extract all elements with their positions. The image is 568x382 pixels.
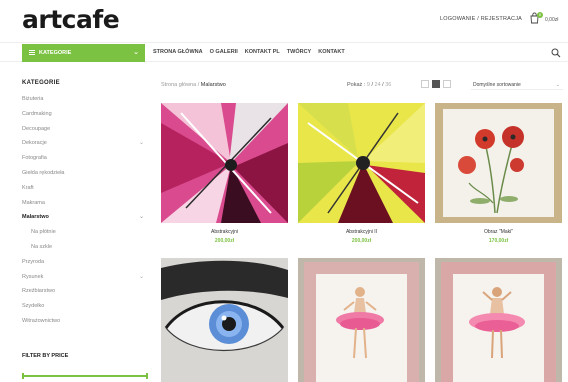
slider-handle-max[interactable]: [146, 373, 148, 379]
slider-handle-min[interactable]: [22, 373, 24, 379]
category-label: Na szkle: [31, 243, 53, 250]
product-name[interactable]: Abstrakcyjni: [161, 229, 288, 235]
categories-menu-button[interactable]: Kategorie ⌄: [22, 44, 145, 62]
cart-widget[interactable]: 0 0,00zł: [529, 12, 561, 26]
breadcrumb-home[interactable]: Strona główna: [161, 82, 196, 88]
chevron-down-icon[interactable]: ⌄: [139, 210, 144, 225]
product-image[interactable]: [161, 258, 288, 382]
product-price: 200,00zł: [214, 238, 235, 244]
category-label: Szydełko: [22, 303, 45, 310]
product-image[interactable]: [161, 103, 288, 223]
sidebar-category[interactable]: Witrażownictwo: [22, 314, 148, 329]
per-page-option[interactable]: 36: [385, 82, 391, 88]
sidebar-category[interactable]: Giełda rękodzieła: [22, 166, 148, 181]
sidebar-subcategory[interactable]: Na szkle: [22, 240, 148, 255]
categories-button-label: Kategorie: [39, 50, 72, 56]
nav-links: Strona główna O galerii Kontakt pl Twórc…: [153, 49, 345, 55]
site-header: artcafe Logowanie / Rejestracja 0 0,00zł: [0, 0, 568, 42]
category-label: Kraft: [22, 184, 34, 191]
chevron-down-icon: ⌄: [133, 49, 139, 56]
grid-4-icon[interactable]: [443, 80, 451, 88]
category-label: Na płótnie: [31, 229, 56, 236]
sidebar-category[interactable]: Decoupage: [22, 122, 148, 137]
nav-link-about[interactable]: O galerii: [210, 49, 238, 55]
category-label: Fotografia: [22, 155, 47, 162]
chevron-down-icon[interactable]: ⌄: [139, 270, 144, 285]
sidebar-category[interactable]: Kraft: [22, 181, 148, 196]
breadcrumb: Strona główna / Malarstwo: [161, 82, 226, 88]
category-label: Malarstwo: [22, 214, 49, 221]
sidebar-category[interactable]: Cardmaking: [22, 107, 148, 122]
category-label: Biżuteria: [22, 96, 44, 102]
product-image[interactable]: [435, 103, 562, 223]
search-icon[interactable]: [551, 48, 561, 58]
sidebar-category[interactable]: Przyroda: [22, 255, 148, 270]
view-mode-switch: [421, 80, 451, 88]
per-page-selector: Pokaż : 9 / 24 / 36: [347, 82, 392, 88]
category-label: Rysunek: [22, 273, 44, 280]
sidebar-category[interactable]: Rysunek ⌄: [22, 270, 148, 285]
login-register-link[interactable]: Logowanie / Rejestracja: [440, 16, 522, 22]
nav-link-home[interactable]: Strona główna: [153, 49, 203, 55]
sidebar-subcategory[interactable]: Na płótnie: [22, 225, 148, 240]
product-price: 170,00zł: [488, 238, 509, 244]
grid-3-icon[interactable]: [432, 80, 440, 88]
cart-total: 0,00zł: [545, 17, 559, 23]
product-image[interactable]: [298, 103, 425, 223]
category-label: Giełda rękodzieła: [22, 169, 65, 176]
sort-select[interactable]: Domyślne sortowanie ⌄: [471, 80, 563, 90]
filter-by-price-title: Filter by price: [22, 353, 69, 359]
per-page-label: Pokaż :: [347, 82, 366, 88]
sidebar-category[interactable]: Biżuteria: [22, 92, 148, 107]
grid-2-icon[interactable]: [421, 80, 429, 88]
sort-select-value: Domyślne sortowanie: [473, 82, 521, 88]
category-label: Rzeźbiarstwo: [22, 288, 56, 295]
hamburger-icon: [29, 50, 35, 55]
category-label: Makrama: [22, 199, 45, 206]
product-name[interactable]: Obraz "Maki": [435, 229, 562, 235]
sidebar-category[interactable]: Malarstwo ⌄: [22, 210, 148, 225]
nav-link-contact-pl[interactable]: Kontakt pl: [245, 49, 280, 55]
category-label: Przyroda: [22, 258, 45, 265]
category-label: Decoupage: [22, 125, 51, 132]
per-page-option[interactable]: 9: [367, 82, 370, 88]
product-price: 200,00zł: [351, 238, 372, 244]
sidebar-category[interactable]: Rzeźbiarstwo: [22, 284, 148, 299]
chevron-down-icon[interactable]: ⌄: [139, 136, 144, 151]
nav-link-contact[interactable]: Kontakt: [318, 49, 344, 55]
category-label: Cardmaking: [22, 110, 52, 117]
price-range-slider[interactable]: [22, 373, 148, 379]
cart-count-badge: 0: [537, 12, 543, 18]
sidebar-title: Kategorie: [22, 80, 60, 86]
sidebar-category[interactable]: Fotografia: [22, 151, 148, 166]
sidebar-category[interactable]: Dekoracje ⌄: [22, 136, 148, 151]
sidebar-category[interactable]: Makrama: [22, 196, 148, 211]
sidebar-category[interactable]: Szydełko: [22, 299, 148, 314]
product-image[interactable]: [298, 258, 425, 382]
product-image[interactable]: [435, 258, 562, 382]
chevron-down-icon: ⌄: [555, 82, 560, 88]
product-name[interactable]: Abstrakcyjni II: [298, 229, 425, 235]
nav-link-artists[interactable]: Twórcy: [287, 49, 311, 55]
category-sidebar: Kategorie Biżuteria Cardmaking Decoupage De…: [22, 80, 148, 329]
breadcrumb-current: Malarstwo: [200, 82, 226, 88]
main-navigation: Kategorie ⌄ Strona główna O galerii Kont…: [0, 42, 568, 62]
site-logo[interactable]: artcafe: [22, 5, 120, 34]
per-page-option[interactable]: 24: [375, 82, 381, 88]
category-label: Witrażownictwo: [22, 317, 61, 324]
category-list: Biżuteria Cardmaking Decoupage Dekoracje ⌄ Fo…: [22, 92, 148, 329]
category-label: Dekoracje: [22, 140, 47, 147]
